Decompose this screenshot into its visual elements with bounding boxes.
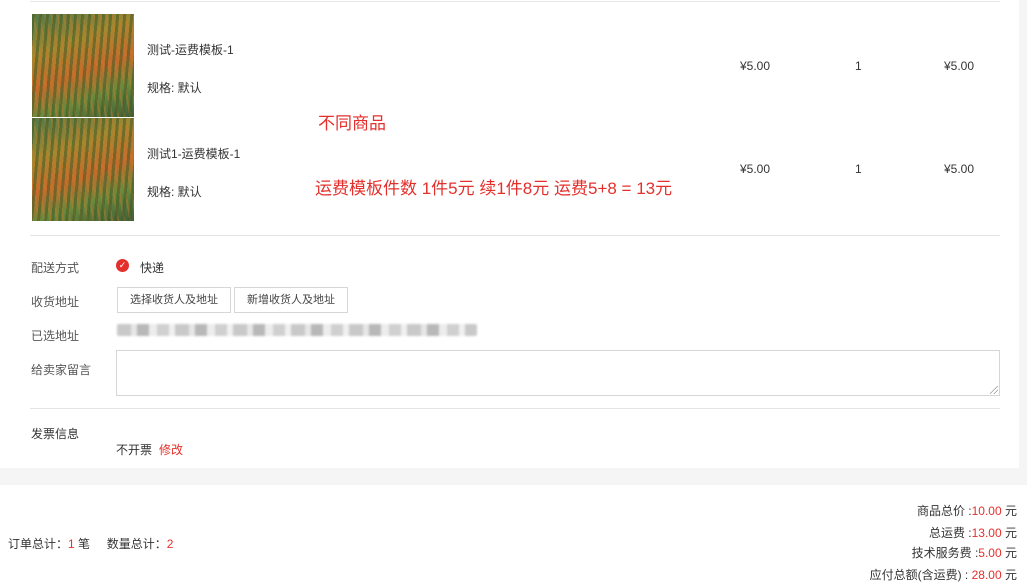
product-spec: 规格: 默认 — [147, 81, 202, 95]
product-subtotal: ¥5.00 — [944, 59, 975, 73]
order-total-value: 1 — [68, 537, 75, 551]
goods-total-row: 商品总价 :10.00 元 — [917, 502, 1017, 519]
section-divider — [30, 235, 1000, 236]
order-total-label: 订单总计： — [8, 537, 69, 551]
check-circle-icon[interactable]: ✓ — [116, 259, 129, 272]
top-divider — [30, 1, 1000, 2]
delivery-label: 配送方式 — [31, 261, 80, 275]
order-count-summary: 订单总计：1 笔 数量总计：2 — [8, 535, 173, 552]
service-fee-label: 技术服务费 : — [911, 546, 979, 560]
message-label: 给卖家留言 — [31, 363, 92, 377]
product-spec: 规格: 默认 — [147, 185, 202, 199]
payable-label: 应付总额(含运费) : — [869, 568, 972, 582]
add-address-button[interactable]: 新增收货人及地址 — [234, 287, 348, 313]
selected-address-value — [117, 324, 477, 336]
service-fee-value: 5.00 — [978, 546, 1002, 560]
resize-handle-icon[interactable] — [990, 386, 998, 394]
address-label: 收货地址 — [31, 295, 80, 309]
payable-value: 28.00 — [971, 568, 1002, 582]
service-fee-row: 技术服务费 :5.00 元 — [912, 544, 1017, 561]
goods-total-label: 商品总价 : — [916, 504, 972, 518]
annotation-shipping-calc: 运费模板件数 1件5元 续1件8元 运费5+8 = 13元 — [315, 179, 673, 198]
currency-unit: 元 — [1004, 568, 1017, 582]
currency-unit: 元 — [1004, 526, 1017, 540]
invoice-edit-link[interactable]: 修改 — [159, 441, 183, 458]
qty-total-value: 2 — [166, 537, 174, 551]
product-price: ¥5.00 — [740, 59, 771, 73]
product-thumbnail[interactable] — [32, 118, 134, 221]
invoice-label: 发票信息 — [31, 427, 80, 441]
qty-total-label: 数量总计： — [106, 537, 167, 551]
delivery-option[interactable]: 快递 — [140, 259, 164, 276]
shipping-total-label: 总运费 : — [928, 526, 972, 540]
section-divider — [30, 408, 1000, 409]
product-name[interactable]: 测试-运费模板-1 — [147, 41, 234, 58]
payable-total-row: 应付总额(含运费) : 28.00 元 — [870, 566, 1017, 583]
annotation-different-products: 不同商品 — [318, 114, 386, 133]
product-price: ¥5.00 — [740, 162, 771, 176]
goods-total-value: 10.00 — [971, 504, 1002, 518]
select-address-button[interactable]: 选择收货人及地址 — [117, 287, 231, 313]
order-panel: 测试-运费模板-1 规格: 默认 ¥5.00 1 ¥5.00 测试1-运费模板-… — [0, 0, 1019, 468]
currency-unit: 元 — [1004, 546, 1017, 560]
invoice-value: 不开票 — [116, 443, 153, 457]
product-thumbnail[interactable] — [32, 14, 134, 117]
order-total-unit: 笔 — [78, 537, 91, 551]
currency-unit: 元 — [1004, 504, 1017, 518]
shipping-total-row: 总运费 :13.00 元 — [929, 524, 1017, 541]
product-name[interactable]: 测试1-运费模板-1 — [147, 145, 240, 162]
shipping-total-value: 13.00 — [971, 526, 1002, 540]
message-input[interactable] — [116, 350, 1000, 396]
product-quantity: 1 — [855, 162, 862, 176]
product-subtotal: ¥5.00 — [944, 162, 975, 176]
product-quantity: 1 — [855, 59, 862, 73]
selected-address-label: 已选地址 — [31, 329, 80, 343]
